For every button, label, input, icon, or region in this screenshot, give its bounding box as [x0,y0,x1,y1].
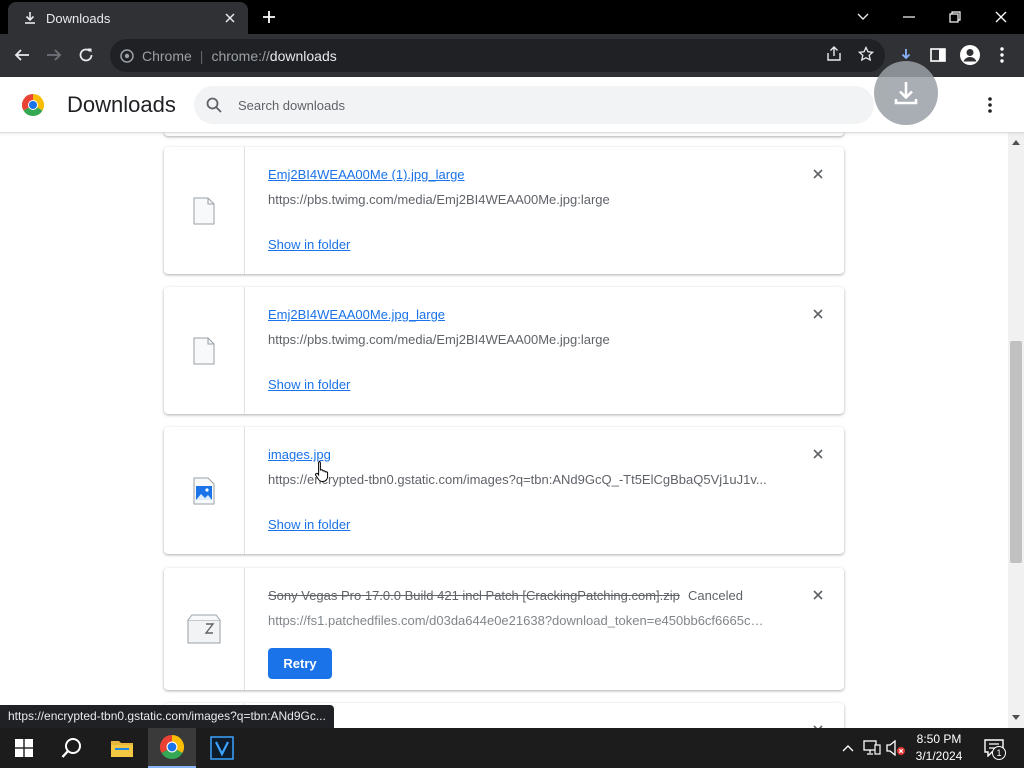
file-icon [164,287,245,414]
title-bar: Downloads [0,0,1024,34]
file-name-link[interactable]: Emj2BI4WEAA00Me.jpg_large [268,307,445,322]
forward-arrow-icon[interactable] [40,41,68,69]
file-source-url: https://pbs.twimg.com/media/Emj2BI4WEAA0… [268,332,610,347]
scrollbar-thumb[interactable] [1010,341,1022,563]
chrome-taskbar-icon[interactable] [148,728,196,768]
vegas-app-icon[interactable] [198,728,246,768]
link-status-bar: https://encrypted-tbn0.gstatic.com/image… [0,705,334,728]
hand-cursor-icon [315,460,329,482]
tab-search-chevron-icon[interactable] [840,0,886,34]
retry-button[interactable]: Retry [268,648,332,679]
download-card: images.jpg https://encrypted-tbn0.gstati… [164,427,844,554]
scroll-up-icon[interactable] [1011,137,1021,147]
omnibox-separator: | [199,47,204,64]
file-source-url: https://encrypted-tbn0.gstatic.com/image… [268,472,767,487]
clock-time: 8:50 PM [916,732,962,746]
windows-start-icon[interactable] [0,728,48,768]
chrome-page-icon [120,48,134,63]
file-source-url: https://pbs.twimg.com/media/Emj2BI4WEAA0… [268,192,610,207]
minimize-icon[interactable] [886,0,932,34]
clock-date: 3/1/2024 [915,749,963,763]
omnibox-scheme-label: Chrome [142,47,192,64]
image-file-icon [164,427,245,554]
browser-toolbar: Chrome | chrome://downloads [0,34,1024,77]
close-window-icon[interactable] [978,0,1024,34]
tray-chevron-up-icon[interactable] [838,738,858,758]
search-taskbar-icon[interactable] [48,728,96,768]
download-card-canceled: Sony Vegas Pro 17.0.0 Build 421 incl Pat… [164,568,844,690]
remove-download-icon[interactable] [808,585,828,605]
search-bar[interactable] [194,86,874,124]
downloads-header: Downloads [0,61,1024,133]
new-tab-icon[interactable] [260,8,278,26]
file-explorer-icon[interactable] [98,728,146,768]
zip-file-icon [164,568,245,690]
remove-download-icon[interactable] [808,164,828,184]
canceled-file-name: Sony Vegas Pro 17.0.0 Build 421 incl Pat… [268,588,680,603]
download-status: Canceled [688,588,743,603]
file-name-link[interactable]: Emj2BI4WEAA00Me (1).jpg_large [268,167,465,182]
download-card: Emj2BI4WEAA00Me.jpg_large https://pbs.tw… [164,287,844,414]
chrome-logo-icon [21,94,45,117]
taskbar-clock[interactable]: 8:50 PM 3/1/2024 [908,731,970,765]
page-scrollbar[interactable] [1008,133,1024,728]
side-panel-icon[interactable] [924,41,952,69]
network-icon[interactable] [862,738,882,758]
file-icon [164,147,245,274]
restore-icon[interactable] [932,0,978,34]
omnibox-host: downloads [269,47,337,64]
back-arrow-icon[interactable] [8,41,36,69]
download-bubble-icon[interactable] [874,61,938,125]
omnibox-prefix: chrome:// [211,47,270,64]
notification-count-badge: 1 [992,746,1006,760]
chrome-menu-icon[interactable] [988,41,1016,69]
file-source-url: https://fs1.patchedfiles.com/d03da644e0e… [268,613,768,628]
show-in-folder-link[interactable]: Show in folder [268,377,350,392]
downloads-list: Emj2BI4WEAA00Me (1).jpg_large https://pb… [0,133,1008,728]
profile-avatar-icon[interactable] [956,41,984,69]
tab-close-icon[interactable] [222,10,238,26]
remove-download-icon[interactable] [808,720,828,728]
more-actions-icon[interactable] [978,93,1002,117]
reload-icon[interactable] [72,41,100,69]
tab-title: Downloads [46,10,111,26]
volume-muted-icon[interactable] [886,738,906,758]
bookmark-star-icon[interactable] [854,42,878,66]
download-card-partial-top [164,133,844,136]
scroll-down-icon[interactable] [1011,713,1021,723]
share-icon[interactable] [822,42,846,66]
remove-download-icon[interactable] [808,304,828,324]
show-in-folder-link[interactable]: Show in folder [268,517,350,532]
search-input[interactable] [238,97,838,113]
page-title: Downloads [67,92,176,117]
download-card: Emj2BI4WEAA00Me (1).jpg_large https://pb… [164,147,844,274]
search-icon [206,97,222,113]
address-bar[interactable]: Chrome | chrome://downloads [110,39,885,72]
show-in-folder-link[interactable]: Show in folder [268,237,350,252]
remove-download-icon[interactable] [808,444,828,464]
tab-downloads[interactable]: Downloads [8,2,248,34]
download-icon [22,10,38,26]
windows-taskbar: 8:50 PM 3/1/2024 1 [0,728,1024,768]
